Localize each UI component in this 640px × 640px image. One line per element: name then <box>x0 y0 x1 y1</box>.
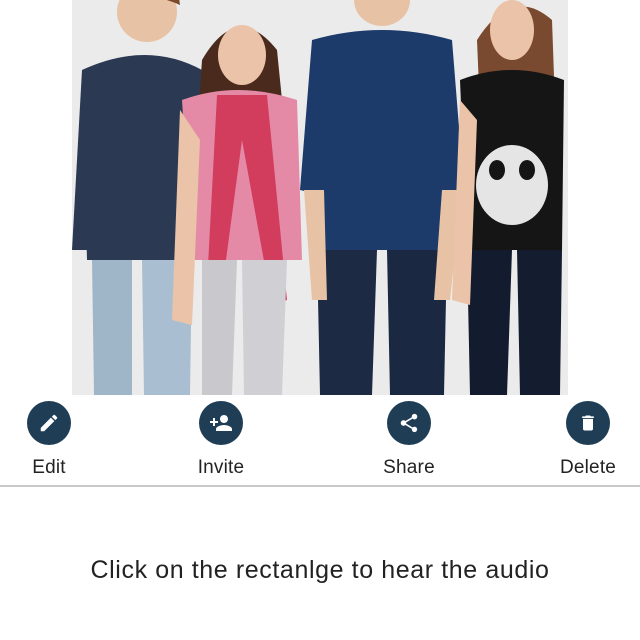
share-icon <box>387 401 431 445</box>
trash-icon <box>566 401 610 445</box>
instruction-text: Click on the rectanlge to hear the audio <box>90 556 550 584</box>
share-button[interactable]: Share <box>349 401 469 479</box>
group-photo[interactable] <box>72 0 568 395</box>
delete-label: Delete <box>559 457 617 478</box>
invite-label: Invite <box>197 457 245 478</box>
invite-button[interactable]: Invite <box>161 401 281 479</box>
edit-button[interactable]: Edit <box>0 401 109 479</box>
pencil-icon <box>27 401 71 445</box>
delete-button[interactable]: Delete <box>528 401 640 479</box>
share-label: Share <box>383 457 435 478</box>
add-person-icon <box>199 401 243 445</box>
divider <box>0 485 640 487</box>
action-bar: Edit Invite Share Delete <box>0 401 640 485</box>
edit-label: Edit <box>32 457 66 478</box>
